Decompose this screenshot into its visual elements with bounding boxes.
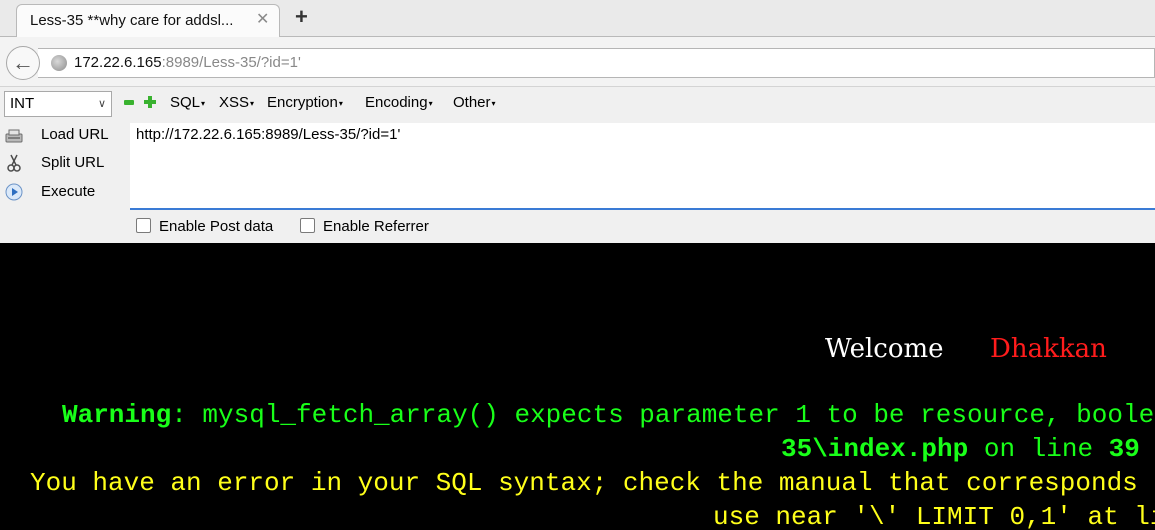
type-select-value: INT [10,95,35,112]
address-bar[interactable]: 172.22.6.165:8989/Less-35/?id=1' [38,48,1155,78]
new-tab-button[interactable]: + [295,5,308,29]
dhakkan-text: Dhakkan [990,334,1107,364]
globe-icon [51,55,67,71]
minus-icon[interactable] [124,100,134,105]
tab-title: Less-35 **why care for addsl... [30,12,234,29]
warning-label: Warning [62,400,172,430]
load-url-icon [5,129,23,143]
execute-button[interactable]: Execute [0,180,128,206]
checkbox-icon [136,218,151,233]
execute-label: Execute [41,183,96,200]
sql-error-line-2: use near '\' LIMIT 0,1' at lin [713,502,1155,530]
browser-tab[interactable]: Less-35 **why care for addsl... ✕ [16,4,280,37]
menu-sql[interactable]: SQL▾ [170,94,205,111]
chevron-down-icon: ∨ [97,98,106,110]
enable-referrer-label: Enable Referrer [323,218,429,235]
warning-text: : mysql_fetch_array() expects parameter … [171,400,1155,430]
sql-error-line-1: You have an error in your SQL syntax; ch… [30,468,1155,498]
type-select[interactable]: INT ∨ [4,91,112,117]
warning-line: Warning: mysql_fetch_array() expects par… [62,400,1155,430]
file-path-line: 35\index.php on line 39 [781,434,1140,464]
scissors-icon [7,154,21,172]
url-textarea[interactable]: http://172.22.6.165:8989/Less-35/?id=1' [130,123,1155,210]
enable-post-data-checkbox[interactable]: Enable Post data [136,218,273,235]
split-url-button[interactable]: Split URL [0,151,128,177]
hackbar-panel: INT ∨ SQL▾ XSS▾ Encryption▾ Encoding▾ Ot… [0,87,1155,243]
checkbox-icon [300,218,315,233]
menu-encoding[interactable]: Encoding▾ [365,94,433,111]
menu-encryption[interactable]: Encryption▾ [267,94,343,111]
menu-xss[interactable]: XSS▾ [219,94,254,111]
on-line-text: on line [968,434,1109,464]
enable-post-data-label: Enable Post data [159,218,274,235]
file-path: 35\index.php [781,434,969,464]
welcome-text: Welcome [825,334,944,364]
navigation-bar: 172.22.6.165:8989/Less-35/?id=1' ← [0,37,1155,87]
address-text: 172.22.6.165:8989/Less-35/?id=1' [74,54,301,71]
plus-icon[interactable] [144,96,156,108]
close-icon[interactable]: ✕ [256,11,269,29]
load-url-label: Load URL [41,126,109,143]
split-url-label: Split URL [41,154,105,171]
page-content: Welcome Dhakkan Warning: mysql_fetch_arr… [0,243,1155,530]
play-icon [5,183,23,201]
back-button[interactable]: ← [6,46,40,80]
tab-strip: Less-35 **why care for addsl... ✕ + [0,0,1155,37]
back-arrow-icon: ← [12,50,34,75]
line-number: 39 [1108,434,1140,464]
load-url-button[interactable]: Load URL [0,123,128,149]
enable-referrer-checkbox[interactable]: Enable Referrer [300,218,429,235]
menu-other[interactable]: Other▾ [453,94,496,111]
